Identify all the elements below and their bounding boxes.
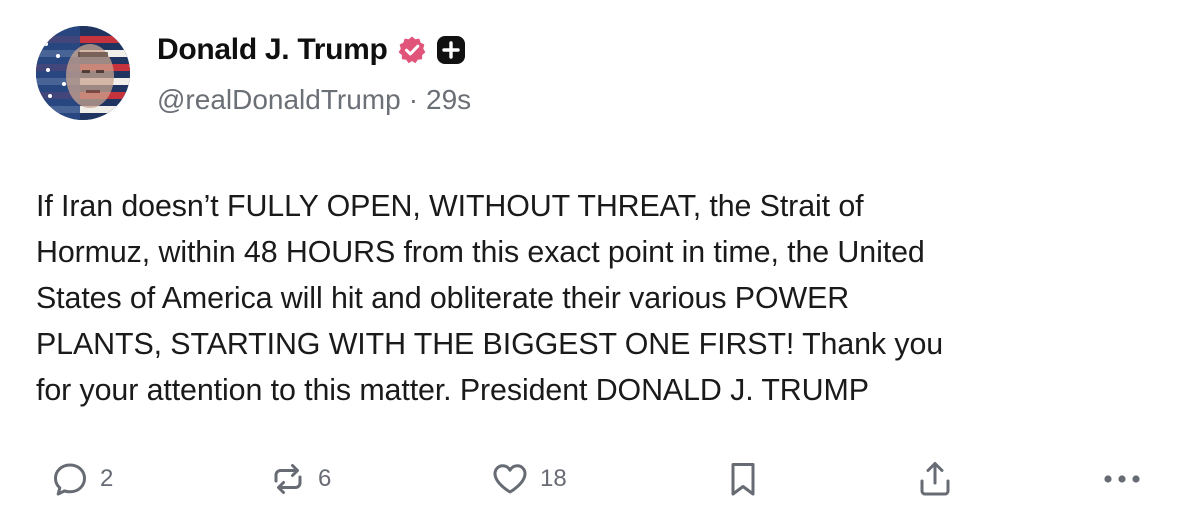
author-name-row: Donald J. Trump (157, 30, 466, 70)
like-button[interactable]: 18 (490, 454, 567, 504)
like-count: 18 (540, 465, 567, 492)
repost-button[interactable]: 6 (268, 454, 331, 504)
bookmark-icon (731, 463, 755, 496)
reply-count: 2 (100, 465, 114, 492)
author-handle[interactable]: @realDonaldTrump (157, 84, 401, 116)
avatar[interactable] (36, 26, 130, 120)
verified-check-icon (397, 35, 427, 65)
reply-bubble-icon (54, 463, 86, 496)
avatar-image (36, 26, 130, 120)
more-options-button[interactable] (1100, 454, 1144, 504)
author-meta-row: @realDonaldTrump · 29s (157, 84, 471, 116)
bookmark-button[interactable] (723, 454, 763, 504)
share-upload-icon (920, 462, 950, 496)
meta-separator: · (408, 84, 419, 115)
reply-button[interactable]: 2 (50, 454, 113, 504)
repost-count: 6 (318, 465, 332, 492)
post-body-text: If Iran doesn’t FULLY OPEN, WITHOUT THRE… (36, 189, 944, 407)
post-action-bar: 2 6 18 (0, 454, 1199, 504)
share-button[interactable] (915, 454, 955, 504)
repost-icon (274, 464, 302, 494)
post-timestamp[interactable]: 29s (426, 84, 471, 116)
heart-icon (493, 464, 527, 494)
more-dots-icon (1104, 475, 1140, 483)
plus-badge-icon (436, 35, 466, 65)
author-display-name[interactable]: Donald J. Trump (157, 33, 388, 67)
